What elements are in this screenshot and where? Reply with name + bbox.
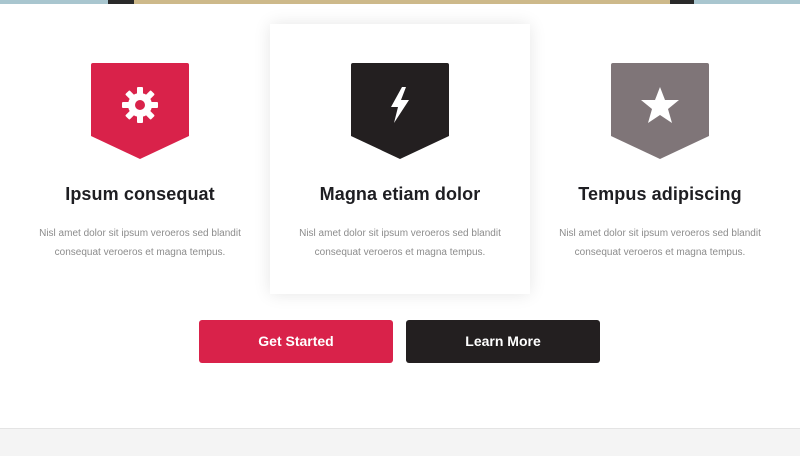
features-section: Ipsum consequat Nisl amet dolor sit ipsu… — [0, 24, 800, 294]
feature-card-2: Magna etiam dolor Nisl amet dolor sit ip… — [270, 24, 530, 294]
feature-badge-3 — [611, 63, 709, 159]
feature-text-2: Nisl amet dolor sit ipsum veroeros sed b… — [299, 228, 501, 258]
footer-section-edge — [0, 428, 800, 456]
feature-title-3: Tempus adipiscing — [578, 184, 742, 204]
star-icon — [641, 87, 679, 123]
get-started-button[interactable]: Get Started — [199, 320, 393, 363]
header-banner-edge — [0, 0, 800, 4]
feature-badge-2 — [351, 63, 449, 159]
page: Ipsum consequat Nisl amet dolor sit ipsu… — [0, 0, 800, 456]
gear-icon — [122, 87, 158, 123]
feature-title-1: Ipsum consequat — [65, 184, 215, 204]
banner-gold — [134, 0, 670, 4]
bolt-icon — [391, 87, 409, 123]
banner-dark-left — [108, 0, 134, 4]
learn-more-button[interactable]: Learn More — [406, 320, 600, 363]
actions-row: Get Started Learn More — [0, 320, 800, 363]
feature-badge-1 — [91, 63, 189, 159]
feature-card-1: Ipsum consequat Nisl amet dolor sit ipsu… — [10, 24, 270, 294]
feature-text-3: Nisl amet dolor sit ipsum veroeros sed b… — [559, 228, 761, 258]
feature-card-3: Tempus adipiscing Nisl amet dolor sit ip… — [530, 24, 790, 294]
feature-text-1: Nisl amet dolor sit ipsum veroeros sed b… — [39, 228, 241, 258]
banner-dark-right — [670, 0, 694, 4]
feature-title-2: Magna etiam dolor — [319, 184, 481, 204]
